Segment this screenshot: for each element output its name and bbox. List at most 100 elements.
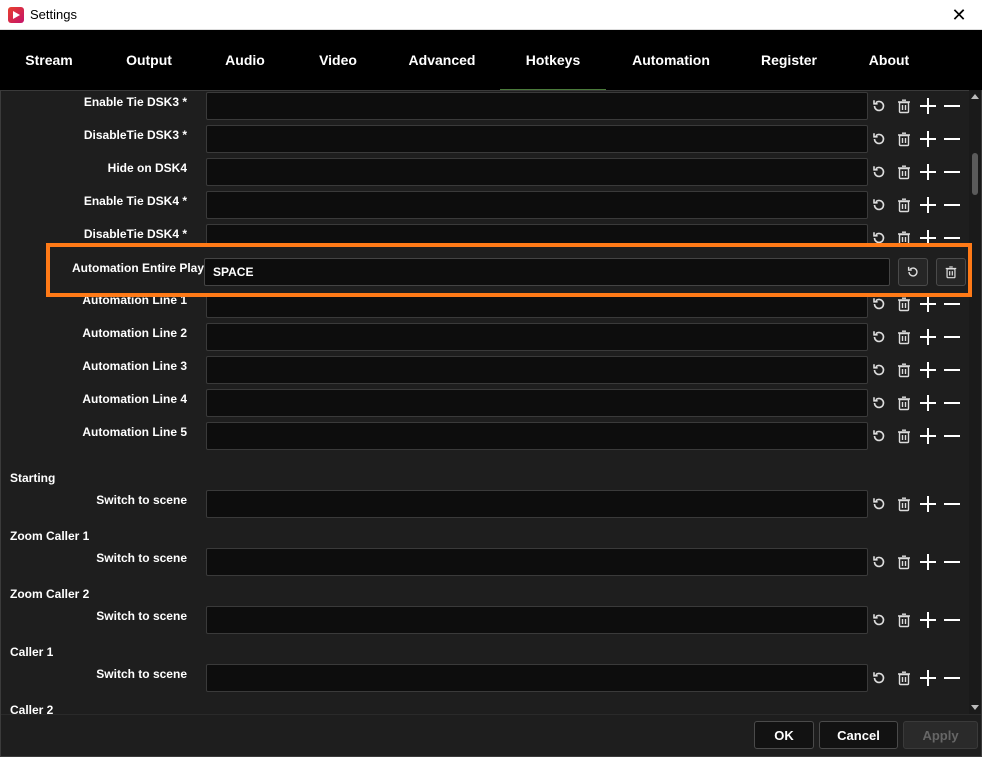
hotkey-label: Enable Tie DSK3 *: [83, 95, 187, 109]
footer: OK Cancel Apply: [1, 714, 981, 756]
hotkey-input[interactable]: [206, 191, 868, 219]
highlighted-hotkey-row: Automation Entire Play SPACE: [46, 243, 972, 297]
trash-icon[interactable]: [893, 551, 915, 573]
plus-icon[interactable]: [917, 425, 939, 447]
hotkey-label: Switch to scene: [96, 493, 187, 507]
revert-icon[interactable]: [868, 493, 890, 515]
hotkey-label: DisableTie DSK4 *: [83, 227, 187, 241]
trash-icon: [945, 266, 957, 279]
hotkey-input[interactable]: [206, 389, 868, 417]
scene-section-label: Caller 1: [10, 645, 54, 659]
cancel-button[interactable]: Cancel: [819, 721, 898, 749]
tab-advanced[interactable]: Advanced: [392, 30, 492, 90]
hotkey-input[interactable]: SPACE: [204, 258, 890, 286]
trash-icon[interactable]: [893, 425, 915, 447]
minus-icon[interactable]: [941, 161, 963, 183]
tab-about[interactable]: About: [846, 30, 932, 90]
revert-icon[interactable]: [868, 392, 890, 414]
tab-output[interactable]: Output: [99, 30, 199, 90]
trash-icon[interactable]: [893, 128, 915, 150]
hotkey-input[interactable]: [206, 422, 868, 450]
revert-icon[interactable]: [868, 667, 890, 689]
trash-icon[interactable]: [893, 161, 915, 183]
revert-icon[interactable]: [868, 161, 890, 183]
plus-icon[interactable]: [917, 551, 939, 573]
scene-section-label: Zoom Caller 1: [10, 529, 90, 543]
scroll-up-icon[interactable]: [971, 94, 979, 99]
minus-icon[interactable]: [941, 194, 963, 216]
revert-icon[interactable]: [868, 359, 890, 381]
trash-icon[interactable]: [893, 95, 915, 117]
plus-icon[interactable]: [917, 128, 939, 150]
hotkey-label: Automation Entire Play: [72, 261, 205, 275]
minus-icon[interactable]: [941, 359, 963, 381]
revert-button[interactable]: [898, 258, 928, 286]
trash-icon[interactable]: [893, 609, 915, 631]
hotkey-input[interactable]: [206, 92, 868, 120]
hotkey-input[interactable]: [206, 548, 868, 576]
hotkey-input[interactable]: [206, 356, 868, 384]
plus-icon[interactable]: [917, 609, 939, 631]
clear-button[interactable]: [936, 258, 966, 286]
revert-icon[interactable]: [868, 326, 890, 348]
plus-icon[interactable]: [917, 161, 939, 183]
plus-icon[interactable]: [917, 326, 939, 348]
plus-icon[interactable]: [917, 493, 939, 515]
trash-icon[interactable]: [893, 493, 915, 515]
hotkey-label: DisableTie DSK3 *: [83, 128, 187, 142]
minus-icon[interactable]: [941, 128, 963, 150]
revert-icon[interactable]: [868, 609, 890, 631]
tab-automation[interactable]: Automation: [614, 30, 728, 90]
tab-video[interactable]: Video: [293, 30, 383, 90]
revert-icon: [907, 266, 918, 277]
hotkey-input[interactable]: [206, 125, 868, 153]
plus-icon[interactable]: [917, 667, 939, 689]
close-icon[interactable]: ✕: [936, 0, 982, 30]
trash-icon[interactable]: [893, 359, 915, 381]
hotkey-input[interactable]: [206, 490, 868, 518]
trash-icon[interactable]: [893, 194, 915, 216]
revert-icon[interactable]: [868, 128, 890, 150]
scene-section-label: Caller 2: [10, 703, 54, 714]
tab-hotkeys[interactable]: Hotkeys: [500, 30, 606, 90]
hotkey-input[interactable]: [206, 323, 868, 351]
trash-icon[interactable]: [893, 667, 915, 689]
minus-icon[interactable]: [941, 551, 963, 573]
scene-section-label: Zoom Caller 2: [10, 587, 90, 601]
plus-icon[interactable]: [917, 194, 939, 216]
tab-register[interactable]: Register: [739, 30, 839, 90]
vertical-scrollbar[interactable]: [969, 90, 981, 714]
hotkey-input[interactable]: [206, 158, 868, 186]
minus-icon[interactable]: [941, 392, 963, 414]
ok-button[interactable]: OK: [754, 721, 814, 749]
plus-icon[interactable]: [917, 392, 939, 414]
revert-icon[interactable]: [868, 551, 890, 573]
hotkey-label: Switch to scene: [96, 551, 187, 565]
trash-icon[interactable]: [893, 392, 915, 414]
plus-icon[interactable]: [917, 359, 939, 381]
hotkey-input[interactable]: [206, 606, 868, 634]
revert-icon[interactable]: [868, 194, 890, 216]
hotkey-label: Automation Line 5: [82, 425, 187, 439]
title-bar: Settings ✕: [0, 0, 982, 30]
scroll-thumb[interactable]: [972, 153, 978, 195]
minus-icon[interactable]: [941, 493, 963, 515]
hotkey-label: Switch to scene: [96, 667, 187, 681]
trash-icon[interactable]: [893, 326, 915, 348]
scroll-down-icon[interactable]: [971, 705, 979, 710]
window-title: Settings: [30, 7, 77, 22]
minus-icon[interactable]: [941, 609, 963, 631]
plus-icon[interactable]: [917, 95, 939, 117]
minus-icon[interactable]: [941, 95, 963, 117]
revert-icon[interactable]: [868, 425, 890, 447]
hotkey-label: Enable Tie DSK4 *: [83, 194, 187, 208]
tab-audio[interactable]: Audio: [200, 30, 290, 90]
minus-icon[interactable]: [941, 425, 963, 447]
minus-icon[interactable]: [941, 326, 963, 348]
apply-button[interactable]: Apply: [903, 721, 978, 749]
tab-stream[interactable]: Stream: [2, 30, 96, 90]
minus-icon[interactable]: [941, 667, 963, 689]
hotkey-label: Automation Line 4: [82, 392, 187, 406]
revert-icon[interactable]: [868, 95, 890, 117]
hotkey-input[interactable]: [206, 664, 868, 692]
